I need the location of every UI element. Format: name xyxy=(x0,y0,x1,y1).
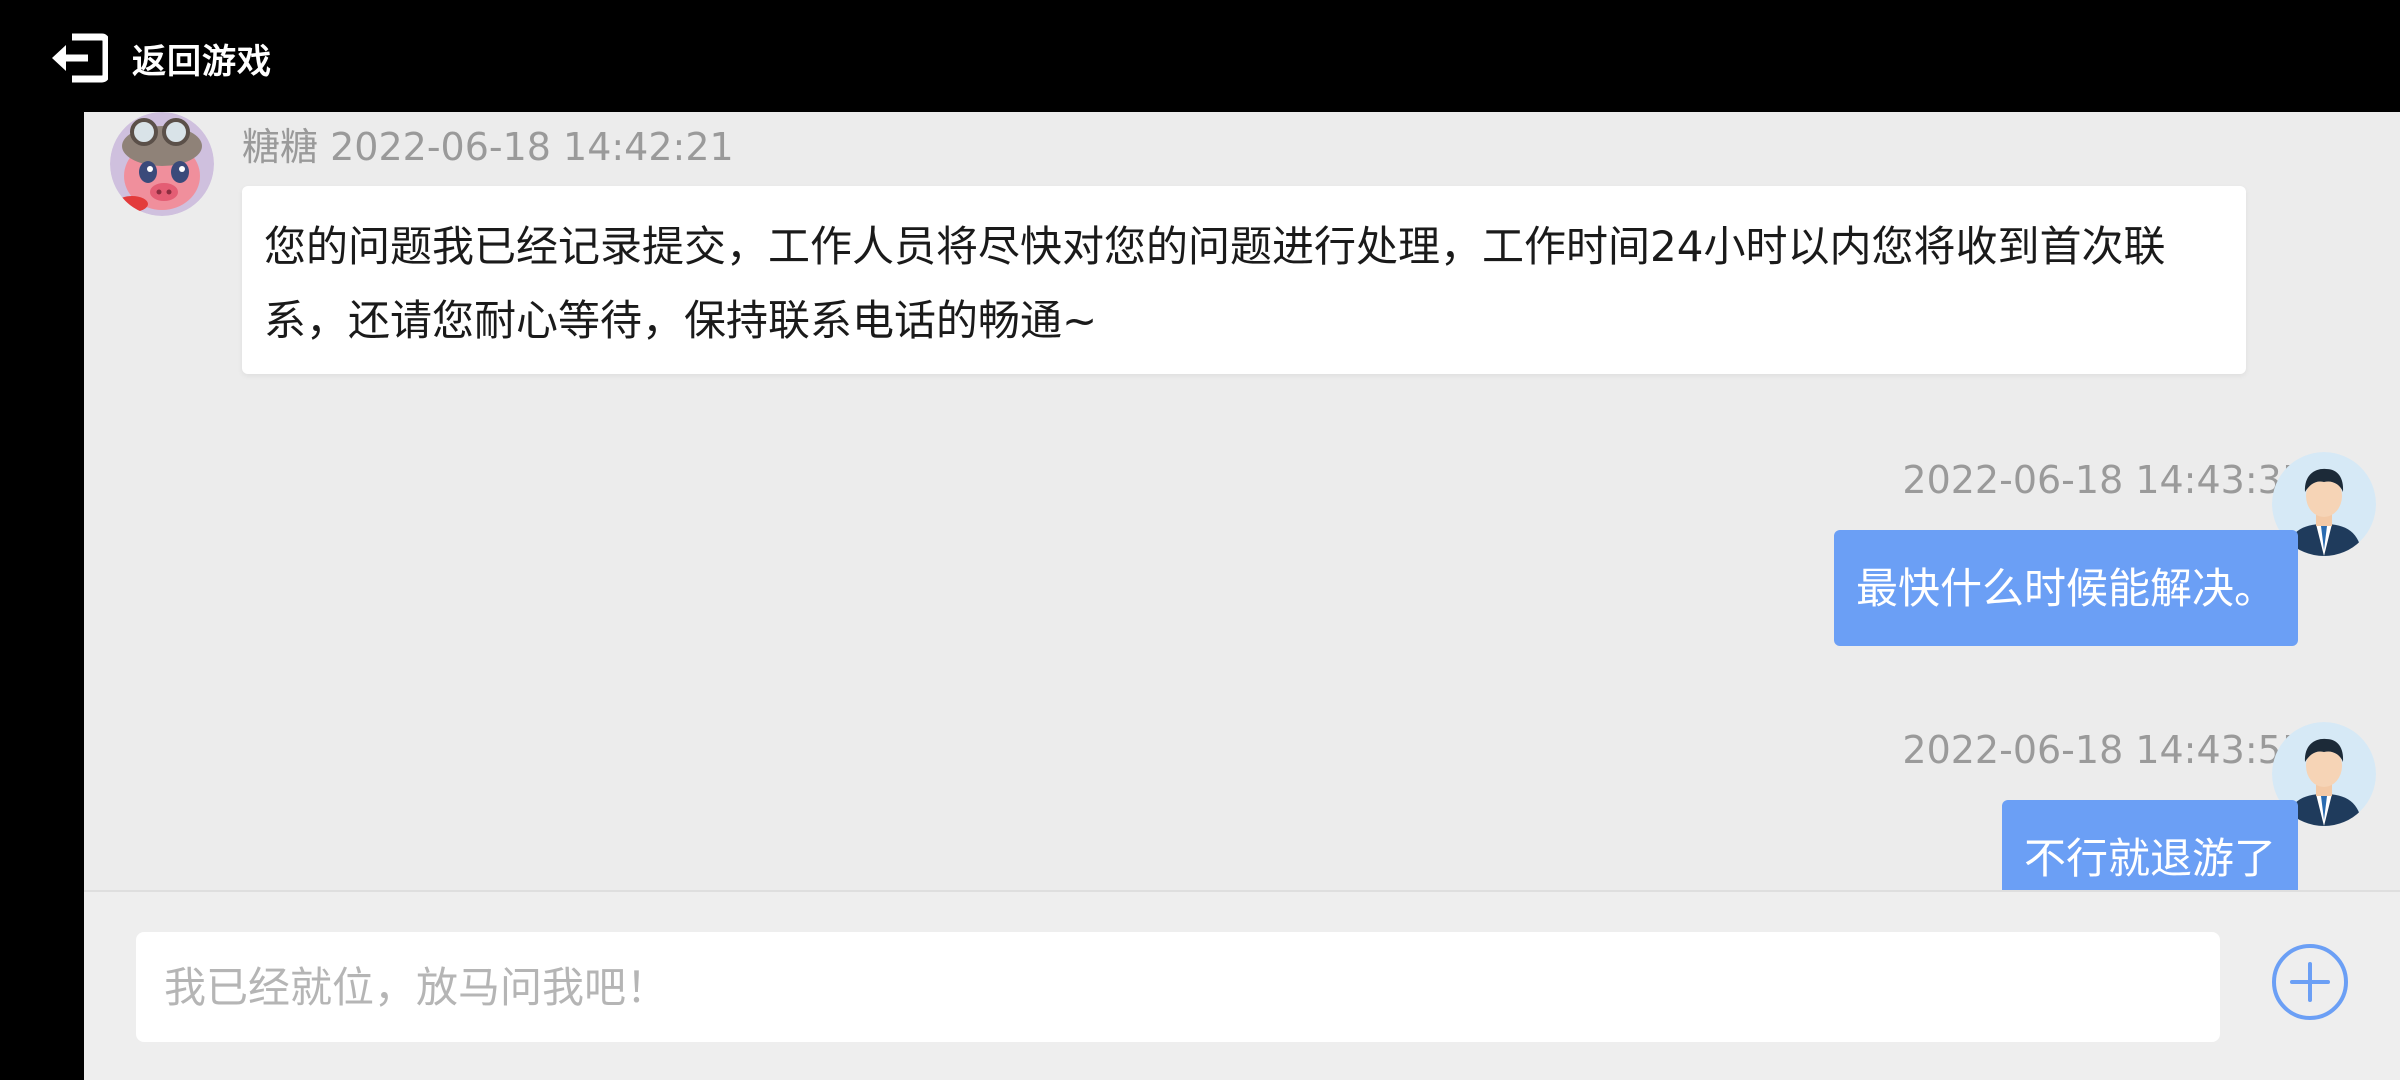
message-3-timestamp: 2022-06-18 14:43:55 xyxy=(1902,728,2306,772)
left-safe-area xyxy=(0,112,84,1080)
add-attachment-button[interactable] xyxy=(2270,942,2350,1022)
message-composer xyxy=(84,890,2400,1080)
agent-avatar xyxy=(110,112,214,216)
message-input[interactable] xyxy=(136,932,2220,1042)
sender-name: 糖糖 xyxy=(242,125,319,169)
message-1-header: 糖糖 2022-06-18 14:42:21 xyxy=(242,116,734,171)
back-to-game-button[interactable]: 返回游戏 xyxy=(50,30,272,86)
chat-message-list[interactable]: 糖糖 2022-06-18 14:42:21 您的问题我已经记录提交，工作人员将… xyxy=(84,112,2400,890)
exit-icon xyxy=(50,33,108,83)
outgoing-message-bubble: 最快什么时候能解决。 xyxy=(1833,530,2298,646)
message-2-timestamp: 2022-06-18 14:43:35 xyxy=(1902,458,2306,502)
plus-circle-icon xyxy=(2270,944,2350,1026)
outgoing-message-bubble: 不行就退游了 xyxy=(2001,800,2298,890)
top-bar: 返回游戏 xyxy=(0,0,2400,112)
message-timestamp: 2022-06-18 14:42:21 xyxy=(330,125,734,169)
back-to-game-label: 返回游戏 xyxy=(132,41,272,82)
incoming-message-bubble: 您的问题我已经记录提交，工作人员将尽快对您的问题进行处理，工作时间24小时以内您… xyxy=(242,186,2246,374)
